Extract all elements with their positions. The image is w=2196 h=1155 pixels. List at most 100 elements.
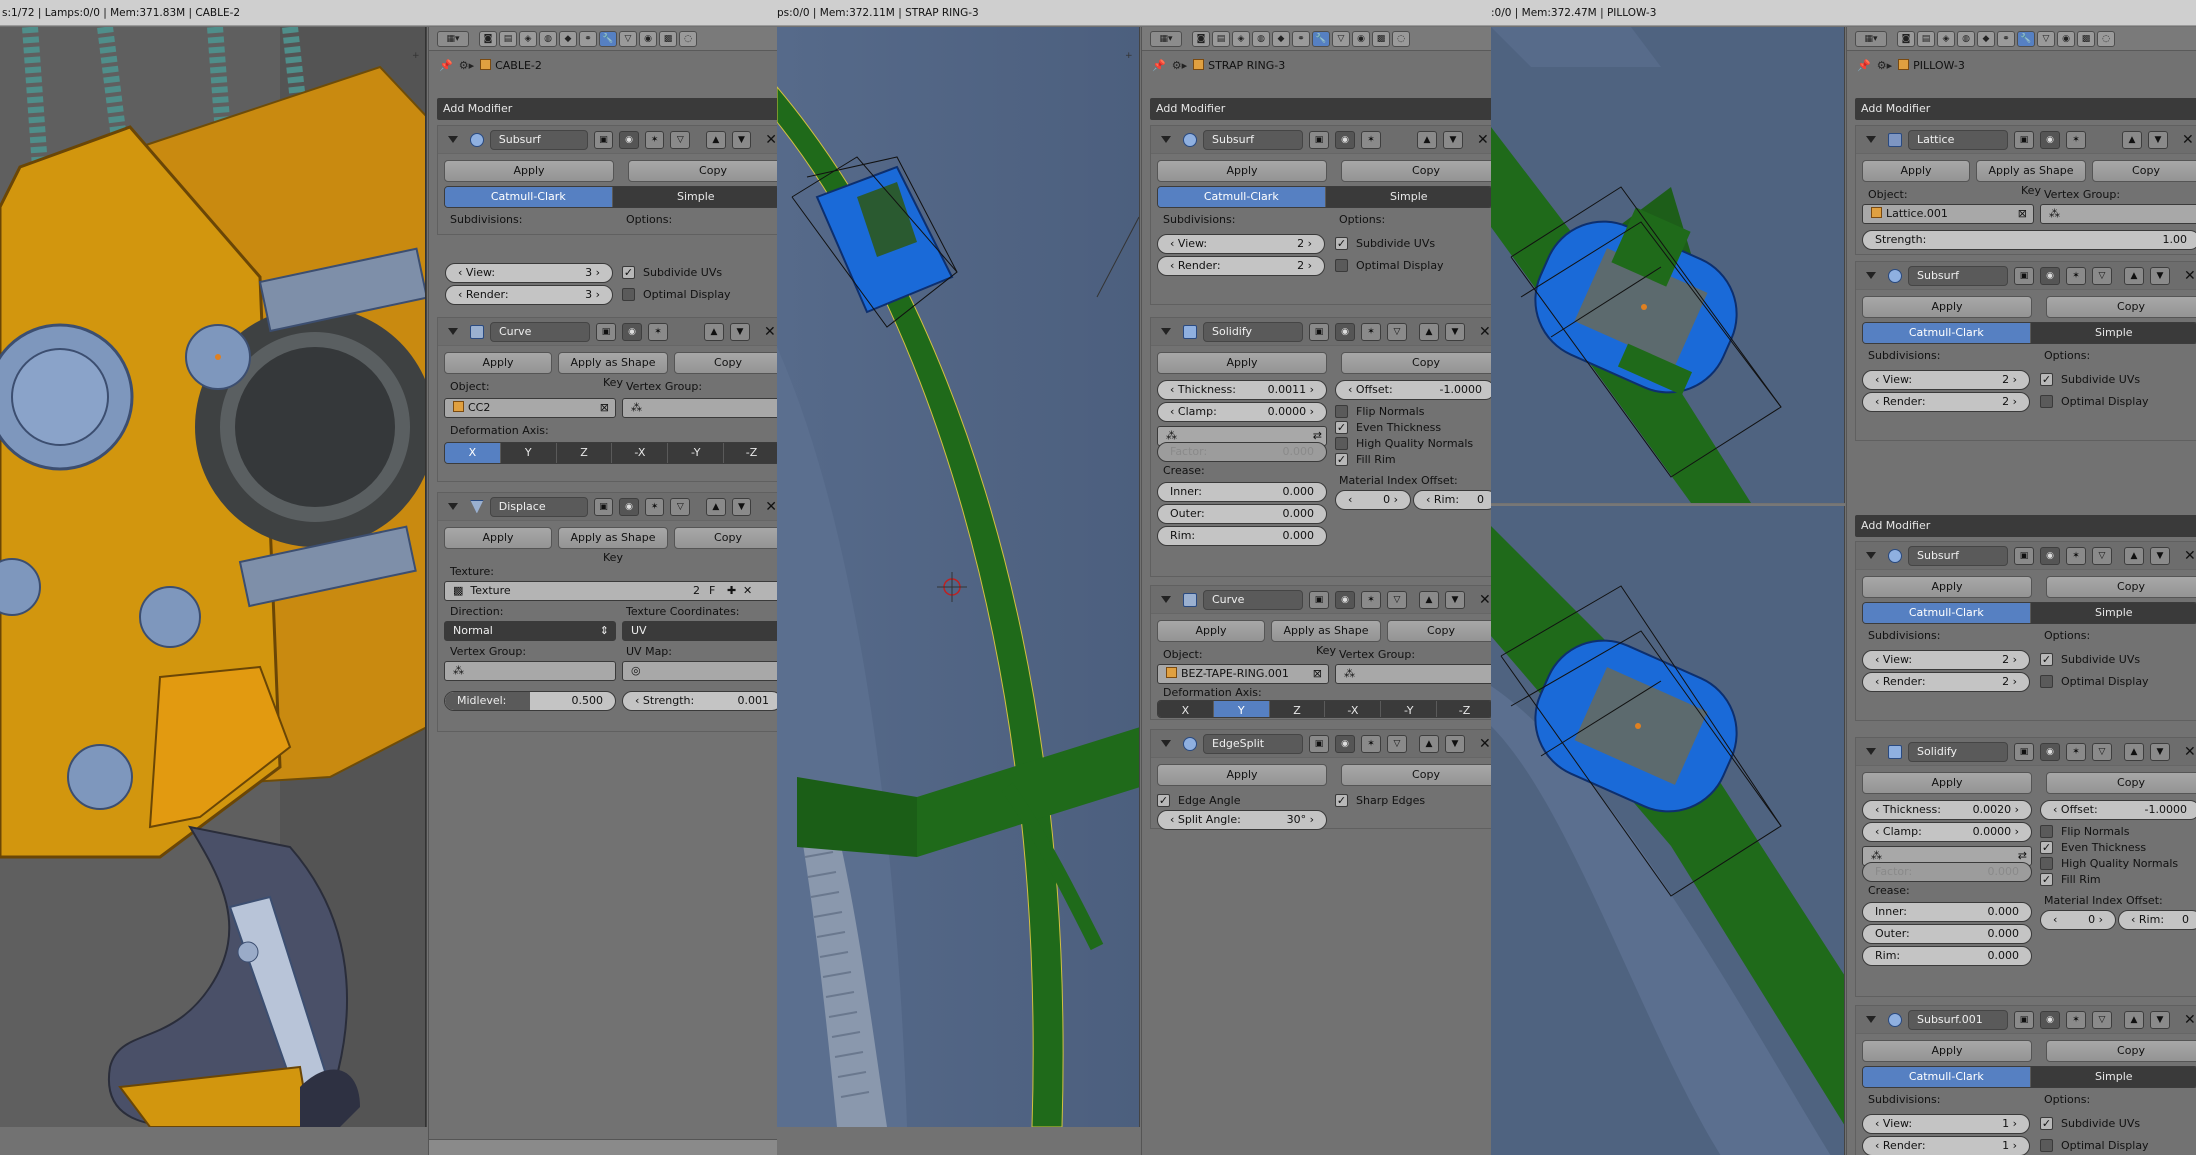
render-tab-icon[interactable]: ◙ xyxy=(1192,30,1210,47)
editmode-toggle-icon[interactable]: ✶ xyxy=(648,322,668,341)
editmode-toggle-icon[interactable]: ✶ xyxy=(2066,742,2086,761)
scene-tab-icon[interactable]: ◈ xyxy=(1232,30,1250,47)
apply-as-shape-key-button[interactable]: Apply as Shape Key xyxy=(558,527,668,564)
copy-button[interactable]: Copy xyxy=(2092,160,2196,182)
even-thickness-checkbox[interactable]: ✓ Even Thickness xyxy=(2040,841,2146,854)
high-quality-normals-checkbox[interactable]: High Quality Normals xyxy=(1335,437,1473,450)
remove-modifier-icon[interactable]: ✕ xyxy=(2184,548,2196,564)
add-texture-icon[interactable]: ✚ xyxy=(727,582,736,600)
modifier-name-field[interactable]: Subsurf xyxy=(1908,265,2008,286)
3d-viewport[interactable]: + xyxy=(0,27,427,1127)
modifier-name-field[interactable]: Curve xyxy=(490,321,590,342)
apply-as-shape-key-button[interactable]: Apply as Shape Key xyxy=(1271,620,1381,657)
vertex-group-field[interactable]: ⁂ xyxy=(622,398,777,418)
move-down-icon[interactable]: ▼ xyxy=(1445,590,1465,609)
axis-neg-y-option[interactable]: -Y xyxy=(668,443,725,463)
move-down-icon[interactable]: ▼ xyxy=(2150,546,2170,565)
move-up-icon[interactable]: ▲ xyxy=(1419,322,1439,341)
cage-toggle-icon[interactable]: ▽ xyxy=(1387,322,1407,341)
clamp-field[interactable]: ‹ Clamp: 0.0000 › xyxy=(1862,822,2032,842)
edge-angle-checkbox[interactable]: ✓ Edge Angle xyxy=(1157,794,1240,807)
thickness-field[interactable]: ‹ Thickness: 0.0011 › xyxy=(1157,380,1327,400)
layers-tab-icon[interactable]: ▤ xyxy=(1917,30,1935,47)
render-toggle-icon[interactable]: ▣ xyxy=(593,130,614,149)
move-down-icon[interactable]: ▼ xyxy=(1443,130,1463,149)
crease-rim-field[interactable]: Rim: 0.000 xyxy=(1157,526,1327,546)
object-tab-icon[interactable]: ◆ xyxy=(1272,30,1290,47)
modifier-name-field[interactable]: Solidify xyxy=(1203,321,1303,342)
render-levels-field[interactable]: ‹ Render: 2 › xyxy=(1862,392,2030,412)
optimal-display-checkbox[interactable]: Optimal Display xyxy=(2040,675,2149,688)
strength-field[interactable]: Strength: 1.00 xyxy=(1862,230,2196,250)
apply-button[interactable]: Apply xyxy=(1862,160,1970,182)
editmode-toggle-icon[interactable]: ✶ xyxy=(2066,1010,2086,1029)
data-tab-icon[interactable]: ▽ xyxy=(1332,30,1350,47)
copy-button[interactable]: Copy xyxy=(628,160,777,182)
move-up-icon[interactable]: ▲ xyxy=(2124,266,2144,285)
render-tab-icon[interactable]: ◙ xyxy=(1897,30,1915,47)
remove-modifier-icon[interactable]: ✕ xyxy=(1479,736,1491,752)
factor-field[interactable]: Factor: 0.000 xyxy=(1157,442,1327,462)
world-tab-icon[interactable]: ◍ xyxy=(1252,30,1270,47)
collapse-triangle-icon[interactable] xyxy=(1161,740,1171,747)
move-up-icon[interactable]: ▲ xyxy=(704,322,724,341)
crease-inner-field[interactable]: Inner: 0.000 xyxy=(1157,482,1327,502)
constraints-tab-icon[interactable]: ⚭ xyxy=(1997,30,2015,47)
apply-button[interactable]: Apply xyxy=(1862,296,2032,318)
modifier-name-field[interactable]: Solidify xyxy=(1908,741,2008,762)
texture-tab-icon[interactable]: ▩ xyxy=(2077,30,2095,47)
crease-inner-field[interactable]: Inner: 0.000 xyxy=(1862,902,2032,922)
viewport-toggle-icon[interactable]: ◉ xyxy=(622,322,642,341)
modifier-name-field[interactable]: Subsurf xyxy=(1203,129,1303,150)
apply-button[interactable]: Apply xyxy=(1862,1040,2032,1062)
axis-x-option[interactable]: X xyxy=(1158,701,1214,717)
remove-modifier-icon[interactable]: ✕ xyxy=(2184,744,2196,760)
viewport-toggle-icon[interactable]: ◉ xyxy=(1335,322,1355,341)
render-levels-field[interactable]: ‹ Render: 2 › xyxy=(1862,672,2030,692)
vertex-group-field[interactable]: ⁂ xyxy=(444,661,616,681)
move-down-icon[interactable]: ▼ xyxy=(731,130,752,149)
collapse-triangle-icon[interactable] xyxy=(448,503,458,510)
render-toggle-icon[interactable]: ▣ xyxy=(1309,590,1329,609)
direction-dropdown[interactable]: Normal ⇕ xyxy=(444,621,616,641)
axis-y-option[interactable]: Y xyxy=(500,443,557,463)
add-modifier-button[interactable]: Add Modifier xyxy=(1150,98,1491,120)
render-toggle-icon[interactable]: ▣ xyxy=(2014,130,2034,149)
world-tab-icon[interactable]: ◍ xyxy=(1957,30,1975,47)
object-tab-icon[interactable]: ◆ xyxy=(1977,30,1995,47)
optimal-display-checkbox[interactable]: Optimal Display xyxy=(2040,395,2149,408)
offset-field[interactable]: ‹ Offset: -1.0000 xyxy=(1335,380,1491,400)
render-toggle-icon[interactable]: ▣ xyxy=(1309,734,1329,753)
object-tab-icon[interactable]: ◆ xyxy=(559,30,577,47)
flip-normals-checkbox[interactable]: Flip Normals xyxy=(1335,405,1424,418)
cage-toggle-icon[interactable]: ▽ xyxy=(2092,742,2112,761)
subdivide-uvs-checkbox[interactable]: ✓ Subdivide UVs xyxy=(622,266,722,279)
apply-as-shape-key-button[interactable]: Apply as Shape Key xyxy=(1976,160,2086,197)
render-levels-field[interactable]: ‹ Render: 3 › xyxy=(445,285,613,305)
remove-modifier-icon[interactable]: ✕ xyxy=(765,499,777,515)
physics-tab-icon[interactable]: ◌ xyxy=(2097,30,2115,47)
clamp-field[interactable]: ‹ Clamp: 0.0000 › xyxy=(1157,402,1327,422)
apply-button[interactable]: Apply xyxy=(444,527,552,549)
move-down-icon[interactable]: ▼ xyxy=(2150,1010,2170,1029)
midlevel-slider[interactable]: Midlevel: 0.500 xyxy=(444,691,616,711)
viewport-corner-icon[interactable]: + xyxy=(1125,51,1135,61)
copy-button[interactable]: Copy xyxy=(674,352,777,374)
remove-modifier-icon[interactable]: ✕ xyxy=(764,324,776,340)
clear-icon[interactable]: ⊠ xyxy=(600,399,609,417)
optimal-display-checkbox[interactable]: Optimal Display xyxy=(622,288,731,301)
editor-type-icon[interactable]: ▦▾ xyxy=(437,30,469,47)
simple-option[interactable]: Simple xyxy=(612,187,777,207)
move-up-icon[interactable]: ▲ xyxy=(706,497,726,516)
flip-normals-checkbox[interactable]: Flip Normals xyxy=(2040,825,2129,838)
cage-toggle-icon[interactable]: ▽ xyxy=(2092,546,2112,565)
texture-field[interactable]: ▩ Texture 2 F ✚ ✕ xyxy=(444,581,777,601)
layers-tab-icon[interactable]: ▤ xyxy=(1212,30,1230,47)
pin-icon[interactable]: 📌 xyxy=(1857,59,1871,72)
collapse-triangle-icon[interactable] xyxy=(1866,272,1876,279)
apply-button[interactable]: Apply xyxy=(444,352,552,374)
remove-modifier-icon[interactable]: ✕ xyxy=(1479,324,1491,340)
apply-button[interactable]: Apply xyxy=(1862,772,2032,794)
texture-tab-icon[interactable]: ▩ xyxy=(1372,30,1390,47)
split-angle-field[interactable]: ‹ Split Angle: 30° › xyxy=(1157,810,1327,830)
